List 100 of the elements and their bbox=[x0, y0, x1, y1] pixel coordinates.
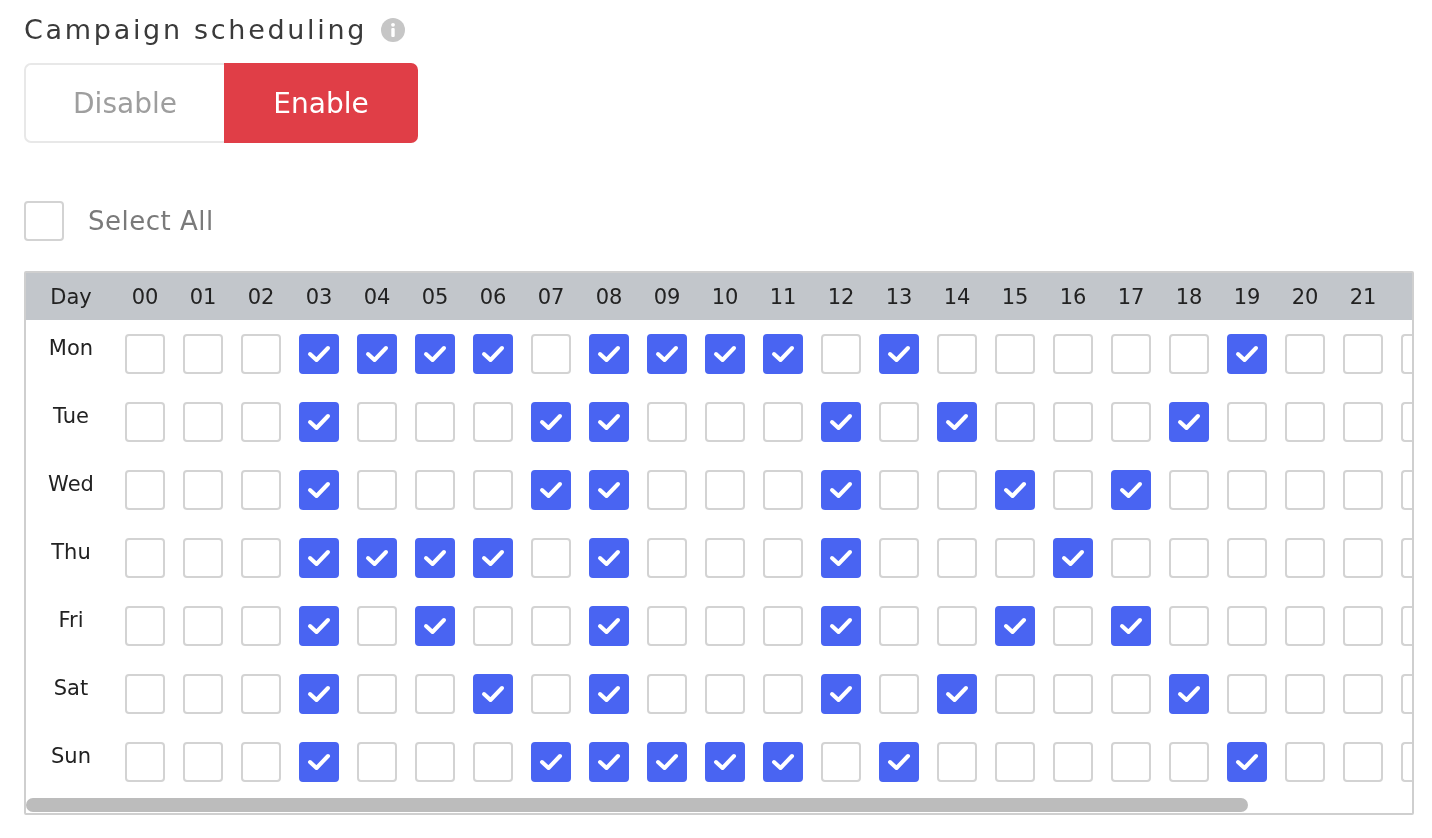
check-icon bbox=[423, 345, 447, 363]
check-icon bbox=[829, 685, 853, 703]
day-label: Sat bbox=[53, 676, 89, 702]
slot-checkbox[interactable] bbox=[589, 470, 629, 510]
slot-checkbox[interactable] bbox=[1169, 674, 1209, 714]
day-label: Wed bbox=[48, 472, 94, 498]
column-header: 08 bbox=[595, 284, 623, 309]
day-label: Fri bbox=[58, 608, 84, 634]
slot-checkbox[interactable] bbox=[299, 742, 339, 782]
select-all-checkbox[interactable] bbox=[24, 201, 64, 241]
check-icon bbox=[597, 685, 621, 703]
check-icon bbox=[829, 617, 853, 635]
day-label: Mon bbox=[48, 336, 94, 362]
slot-checkbox[interactable] bbox=[415, 334, 455, 374]
column-header: 06 bbox=[479, 284, 507, 309]
slot-checkbox[interactable] bbox=[1111, 470, 1151, 510]
slot-checkbox[interactable] bbox=[531, 470, 571, 510]
slot-checkbox[interactable] bbox=[705, 334, 745, 374]
check-icon bbox=[365, 345, 389, 363]
slot-checkbox[interactable] bbox=[473, 538, 513, 578]
slot-checkbox[interactable] bbox=[473, 334, 513, 374]
slot-checkbox[interactable] bbox=[589, 538, 629, 578]
slot-checkbox[interactable] bbox=[821, 674, 861, 714]
check-icon bbox=[539, 481, 563, 499]
check-icon bbox=[307, 617, 331, 635]
check-icon bbox=[423, 549, 447, 567]
slot-checkbox[interactable] bbox=[1111, 606, 1151, 646]
check-icon bbox=[307, 685, 331, 703]
check-icon bbox=[1119, 617, 1143, 635]
slot-checkbox[interactable] bbox=[647, 334, 687, 374]
check-icon bbox=[597, 617, 621, 635]
slot-checkbox[interactable] bbox=[995, 606, 1035, 646]
slot-checkbox[interactable] bbox=[589, 334, 629, 374]
slot-checkbox[interactable] bbox=[879, 742, 919, 782]
slot-checkbox[interactable] bbox=[763, 742, 803, 782]
slot-checkbox[interactable] bbox=[821, 402, 861, 442]
slot-checkbox[interactable] bbox=[299, 334, 339, 374]
slot-checkbox[interactable] bbox=[763, 334, 803, 374]
slot-checkbox[interactable] bbox=[299, 470, 339, 510]
slot-checkbox[interactable] bbox=[357, 538, 397, 578]
column-header: 00 bbox=[131, 284, 159, 309]
check-icon bbox=[945, 685, 969, 703]
check-icon bbox=[771, 753, 795, 771]
check-icon bbox=[655, 753, 679, 771]
day-label: Tue bbox=[53, 404, 89, 430]
slot-checkbox[interactable] bbox=[1053, 538, 1093, 578]
slot-checkbox[interactable] bbox=[415, 538, 455, 578]
check-icon bbox=[307, 413, 331, 431]
column-header: 05 bbox=[421, 284, 449, 309]
scrollbar-thumb[interactable] bbox=[26, 798, 1248, 812]
slot-checkbox[interactable] bbox=[531, 402, 571, 442]
section-title: Campaign scheduling bbox=[24, 13, 368, 47]
slot-checkbox[interactable] bbox=[357, 334, 397, 374]
column-header: 11 bbox=[769, 284, 797, 309]
info-icon[interactable] bbox=[381, 18, 406, 42]
slot-checkbox[interactable] bbox=[647, 742, 687, 782]
slot-checkbox[interactable] bbox=[937, 402, 977, 442]
check-icon bbox=[1003, 617, 1027, 635]
slot-checkbox[interactable] bbox=[473, 674, 513, 714]
column-header: 10 bbox=[711, 284, 739, 309]
toggle-button[interactable]: Disable bbox=[24, 63, 224, 143]
slot-checkbox[interactable] bbox=[705, 742, 745, 782]
slot-checkbox[interactable] bbox=[1227, 334, 1267, 374]
slot-checkbox[interactable] bbox=[879, 334, 919, 374]
column-header: 14 bbox=[943, 284, 971, 309]
slot-checkbox[interactable] bbox=[821, 606, 861, 646]
slot-checkbox[interactable] bbox=[299, 538, 339, 578]
check-icon bbox=[481, 685, 505, 703]
check-icon bbox=[1061, 549, 1085, 567]
slot-checkbox[interactable] bbox=[415, 606, 455, 646]
check-icon bbox=[945, 413, 969, 431]
column-header: 02 bbox=[247, 284, 275, 309]
slot-checkbox[interactable] bbox=[821, 538, 861, 578]
check-icon bbox=[829, 481, 853, 499]
slot-checkbox[interactable] bbox=[995, 470, 1035, 510]
check-icon bbox=[597, 481, 621, 499]
check-icon bbox=[597, 753, 621, 771]
slot-checkbox[interactable] bbox=[299, 606, 339, 646]
check-icon bbox=[1235, 753, 1259, 771]
slot-checkbox[interactable] bbox=[299, 402, 339, 442]
check-icon bbox=[481, 549, 505, 567]
slot-checkbox[interactable] bbox=[589, 674, 629, 714]
column-header: 03 bbox=[305, 284, 333, 309]
column-header: 01 bbox=[189, 284, 217, 309]
slot-checkbox[interactable] bbox=[1227, 742, 1267, 782]
toggle-button[interactable]: Enable bbox=[224, 63, 418, 143]
check-icon bbox=[887, 345, 911, 363]
check-icon bbox=[1177, 413, 1201, 431]
slot-checkbox[interactable] bbox=[937, 674, 977, 714]
check-icon bbox=[597, 549, 621, 567]
slot-checkbox[interactable] bbox=[1169, 402, 1209, 442]
slot-checkbox[interactable] bbox=[299, 674, 339, 714]
slot-checkbox[interactable] bbox=[589, 606, 629, 646]
check-icon bbox=[365, 549, 389, 567]
slot-checkbox[interactable] bbox=[589, 402, 629, 442]
check-icon bbox=[1003, 481, 1027, 499]
slot-checkbox[interactable] bbox=[589, 742, 629, 782]
slot-checkbox[interactable] bbox=[531, 742, 571, 782]
column-header: 21 bbox=[1349, 284, 1377, 309]
slot-checkbox[interactable] bbox=[821, 470, 861, 510]
